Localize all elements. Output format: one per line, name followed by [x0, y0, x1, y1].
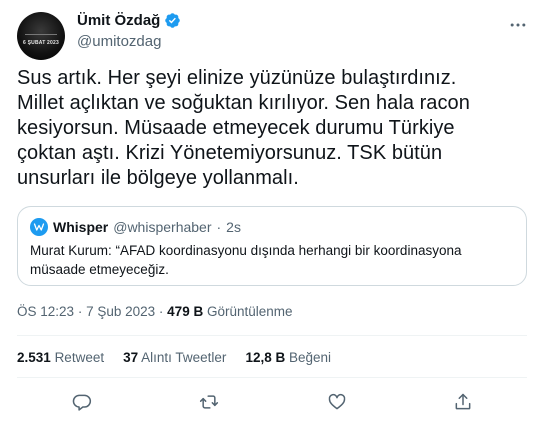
quoted-line: Murat Kurum: “AFAD koordinasyonu dışında… [30, 243, 462, 258]
share-icon[interactable] [452, 391, 474, 413]
quoted-timestamp: 2s [226, 219, 241, 235]
whisper-logo-icon [30, 218, 48, 236]
quoted-author-handle: @whisperhaber [113, 219, 212, 235]
retweets-label: Retweet [54, 350, 105, 365]
retweets-count: 2.531 [17, 350, 51, 365]
likes-label: Beğeni [288, 350, 332, 365]
tweet-stats: 2.531 Retweet 37 Alıntı Tweetler 12,8 B … [17, 350, 331, 365]
tweet-line: kesiyorsun. Müsaade etmeyecek durumu Tür… [17, 117, 455, 139]
reply-icon[interactable] [71, 391, 93, 413]
divider [17, 335, 527, 336]
avatar-stripe [25, 34, 57, 35]
like-icon[interactable] [326, 391, 348, 413]
quoted-tweet-card[interactable]: Whisper @whisperhaber · 2s Murat Kurum: … [17, 206, 527, 286]
verified-badge-icon[interactable] [164, 12, 181, 29]
retweets-stat[interactable]: 2.531 Retweet [17, 350, 104, 365]
more-options-icon[interactable] [507, 14, 529, 36]
quoted-line: müsaade etmeyeceğiz. [30, 262, 169, 277]
avatar-caption: 6 ŞUBAT 2023 [23, 40, 59, 46]
meta-separator: · [77, 304, 83, 319]
author-display-name[interactable]: Ümit Özdağ [77, 12, 160, 29]
quoted-author-name: Whisper [53, 219, 109, 235]
tweet-line: Sus artık. Her şeyi elinize yüzünüze bul… [17, 67, 457, 89]
views-count: 479 B [167, 304, 204, 319]
quotes-stat[interactable]: 37 Alıntı Tweetler [123, 350, 226, 365]
tweet-date[interactable]: 7 Şub 2023 [86, 304, 155, 319]
likes-count: 12,8 B [245, 350, 286, 365]
tweet-line: unsurları ile bölgeye yollanmalı. [17, 167, 299, 189]
quotes-count: 37 [123, 350, 139, 365]
tweet-time[interactable]: ÖS 12:23 [17, 304, 74, 319]
quoted-tweet-text: Murat Kurum: “AFAD koordinasyonu dışında… [30, 241, 510, 279]
quoted-separator: · [216, 219, 222, 235]
quotes-label: Alıntı Tweetler [141, 350, 227, 365]
views-label: Görüntülenme [206, 304, 293, 319]
author-handle[interactable]: @umitozdag [77, 33, 161, 50]
divider [17, 377, 527, 378]
author-name-row: Ümit Özdağ [77, 12, 181, 29]
quoted-tweet-header: Whisper @whisperhaber · 2s [30, 218, 241, 236]
tweet-line: Millet açlıktan ve soğuktan kırılıyor. S… [17, 92, 470, 114]
tweet-line: çoktan aştı. Krizi Yönetemiyorsunuz. TSK… [17, 142, 443, 164]
tweet-text: Sus artık. Her şeyi elinize yüzünüze bul… [17, 66, 537, 191]
action-bar [17, 385, 527, 419]
retweet-icon[interactable] [198, 391, 220, 413]
likes-stat[interactable]: 12,8 B Beğeni [245, 350, 331, 365]
meta-separator: · [158, 304, 164, 319]
author-avatar[interactable]: 6 ŞUBAT 2023 [17, 12, 65, 60]
tweet-meta: ÖS 12:23 · 7 Şub 2023 · 479 B Görüntülen… [17, 304, 293, 319]
